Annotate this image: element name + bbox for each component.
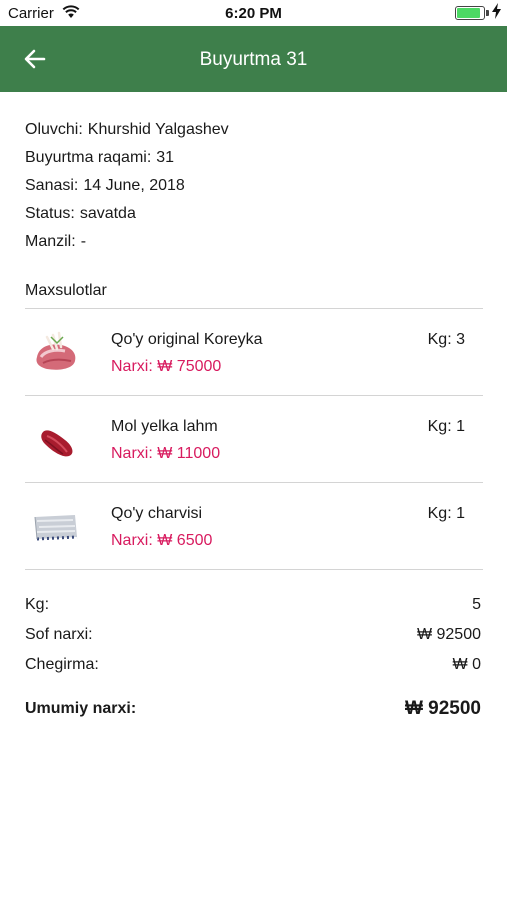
- product-price: Narxi: ₩ 11000: [111, 445, 220, 463]
- battery-tip: [486, 10, 489, 16]
- product-item[interactable]: Mol yelka lahm Kg: 1 Narxi: ₩ 11000: [25, 396, 483, 482]
- product-name: Qo'y original Koreyka: [111, 331, 263, 348]
- product-price: Narxi: ₩ 6500: [111, 532, 212, 550]
- currency-symbol: ₩: [157, 358, 173, 375]
- quantity-value: 3: [456, 331, 465, 348]
- order-number-label: Buyurtma raqami:: [25, 149, 152, 166]
- quantity-value: 1: [456, 418, 465, 435]
- charging-bolt-icon: [492, 3, 501, 19]
- discount-row: Chegirma: ₩ 0: [25, 656, 483, 680]
- total-weight-value: 5: [472, 596, 481, 613]
- order-number-value: 31: [156, 149, 175, 166]
- address-row: Manzil: -: [25, 228, 229, 256]
- price-value: 6500: [176, 532, 213, 549]
- discount-value: ₩ 0: [452, 656, 481, 673]
- status-bar: Carrier 6:20 PM: [0, 0, 507, 26]
- date-value: 14 June, 2018: [83, 177, 185, 194]
- net-price-row: Sof narxi: ₩ 92500: [25, 626, 483, 650]
- currency-symbol: ₩: [157, 532, 173, 549]
- battery-icon: [455, 6, 485, 20]
- currency-symbol: ₩: [157, 445, 173, 462]
- total-weight-row: Kg: 5: [25, 596, 483, 620]
- lamb-ribs-thumbnail: [36, 331, 76, 370]
- product-name: Qo'y charvisi: [111, 505, 203, 522]
- product-price: Narxi: ₩ 75000: [111, 358, 221, 376]
- product-quantity: Kg: 1: [428, 418, 465, 436]
- product-name: Mol yelka lahm: [111, 418, 218, 435]
- address-value: -: [80, 233, 87, 250]
- price-label: Narxi:: [111, 532, 153, 549]
- product-item[interactable]: Qo'y charvisi Kg: 1 Narxi: ₩ 6500: [25, 483, 483, 569]
- net-price-value: ₩ 92500: [416, 626, 481, 643]
- date-label: Sanasi:: [25, 177, 79, 194]
- status-value: savatda: [79, 205, 136, 222]
- price-value: 11000: [176, 445, 221, 462]
- quantity-label: Kg:: [427, 505, 452, 522]
- product-item[interactable]: Qo'y original Koreyka Kg: 3 Narxi: ₩ 750…: [25, 309, 483, 395]
- recipient-value: Khurshid Yalgashev: [87, 121, 229, 138]
- grand-total-value: ₩ 92500: [404, 698, 481, 719]
- lamb-fat-thumbnail: [34, 515, 78, 541]
- grand-total-label: Umumiy narxi:: [25, 700, 137, 717]
- beef-shoulder-thumbnail: [41, 430, 73, 457]
- address-label: Manzil:: [25, 233, 76, 250]
- products-section-title: Maxsulotlar: [25, 282, 107, 299]
- status-label: Status:: [25, 205, 75, 222]
- discount-label: Chegirma:: [25, 656, 99, 673]
- order-number-row: Buyurtma raqami: 31: [25, 144, 229, 172]
- quantity-label: Kg:: [427, 418, 452, 435]
- divider: [25, 569, 483, 570]
- price-label: Narxi:: [111, 445, 153, 462]
- product-quantity: Kg: 3: [428, 331, 465, 349]
- recipient-row: Oluvchi: Khurshid Yalgashev: [25, 116, 229, 144]
- page-title: Buyurtma 31: [199, 49, 308, 70]
- recipient-label: Oluvchi:: [25, 121, 83, 138]
- total-weight-label: Kg:: [25, 596, 50, 613]
- app-header: Buyurtma 31: [0, 26, 507, 92]
- grand-total-row: Umumiy narxi: ₩ 92500: [25, 698, 483, 724]
- status-row: Status: savatda: [25, 200, 229, 228]
- product-quantity: Kg: 1: [428, 505, 465, 523]
- price-value: 75000: [176, 358, 222, 375]
- net-price-label: Sof narxi:: [25, 626, 93, 643]
- quantity-label: Kg:: [427, 331, 452, 348]
- order-info: Oluvchi: Khurshid Yalgashev Buyurtma raqa…: [25, 116, 229, 256]
- quantity-value: 1: [456, 505, 465, 522]
- price-label: Narxi:: [111, 358, 153, 375]
- date-row: Sanasi: 14 June, 2018: [25, 172, 229, 200]
- clock: 6:20 PM: [225, 5, 282, 22]
